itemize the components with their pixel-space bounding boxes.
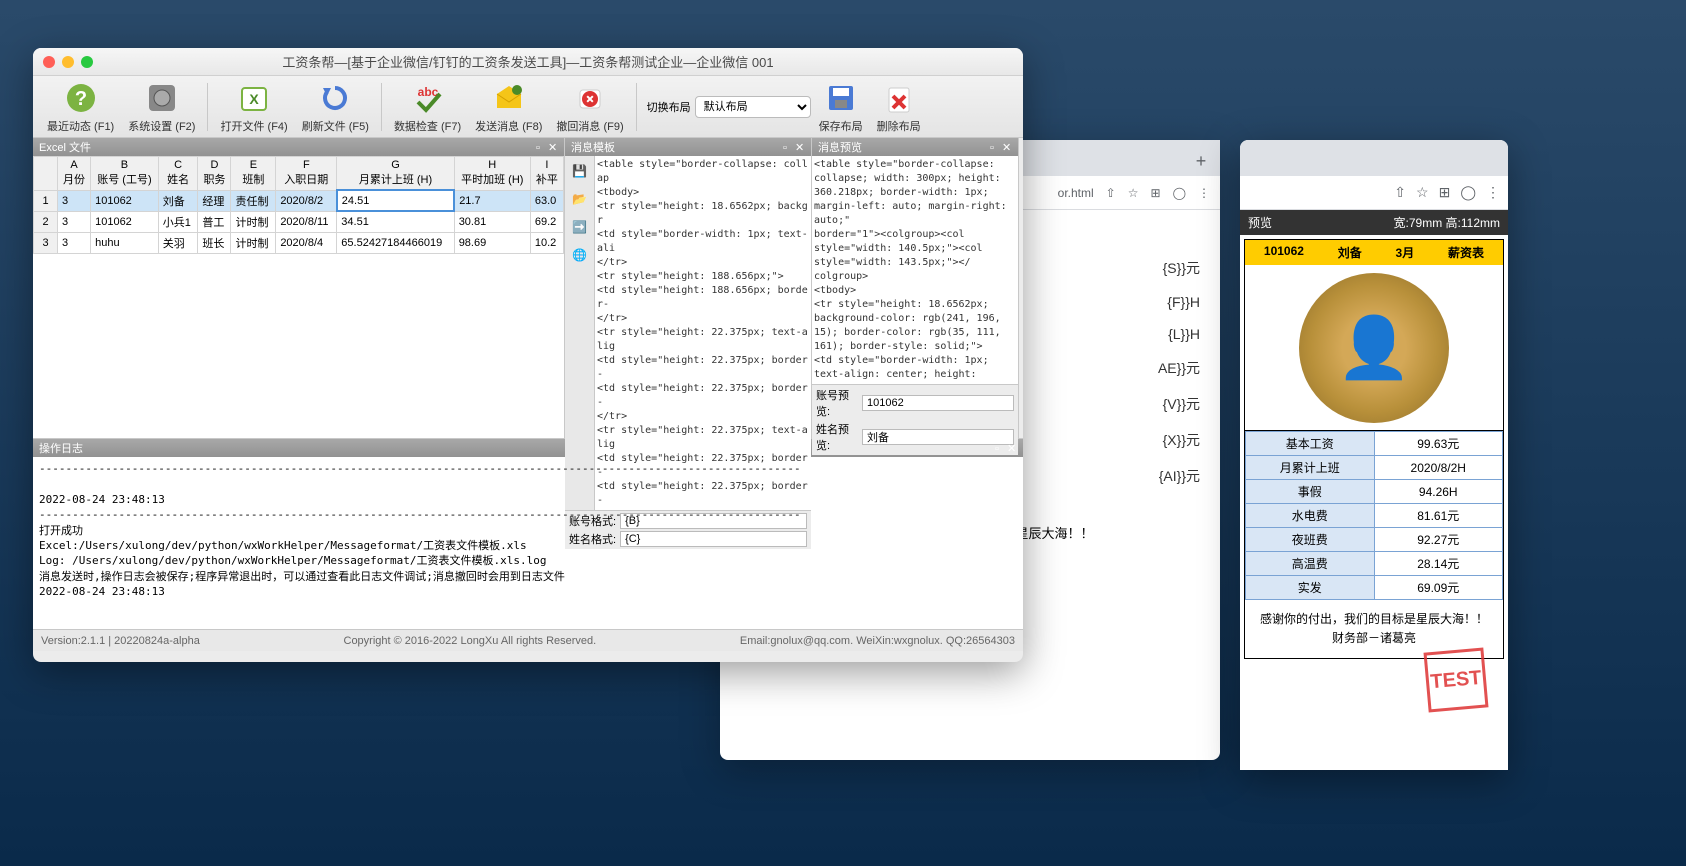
panel-min-icon[interactable]: ▫ bbox=[990, 142, 1000, 152]
copyright-text: Copyright © 2016-2022 LongXu All rights … bbox=[344, 635, 597, 647]
preview-browser: ⇧ ☆ ⊞ ◯ ⋮ 预览 宽:79mm 高:112mm 101062刘备3月薪资… bbox=[1240, 140, 1508, 770]
log-body[interactable]: ----------------------------------------… bbox=[33, 457, 1023, 629]
puzzle-icon[interactable]: ⊞ bbox=[1439, 184, 1451, 201]
settings-button[interactable]: 系统设置 (F2) bbox=[122, 78, 201, 136]
data-check-button[interactable]: abc 数据检查 (F7) bbox=[388, 78, 467, 136]
menu-icon[interactable]: ⋮ bbox=[1198, 186, 1210, 200]
avatar: 👤 bbox=[1245, 265, 1503, 431]
template-panel-header: 消息模板▫✕ bbox=[565, 138, 811, 156]
excel-panel-header: Excel 文件▫✕ bbox=[33, 138, 564, 156]
table-row: 高温费28.14元 bbox=[1246, 552, 1503, 576]
svg-text:?: ? bbox=[75, 88, 87, 110]
recall-message-button[interactable]: 撤回消息 (F9) bbox=[550, 78, 629, 136]
preview-content: <table style="border-collapse: collapse;… bbox=[812, 156, 1018, 384]
panel-min-icon[interactable]: ▫ bbox=[995, 443, 1005, 453]
template-content[interactable]: <table style="border-collapse: collap <t… bbox=[595, 156, 811, 510]
preview-label: 预览 bbox=[1248, 214, 1272, 231]
refresh-button[interactable]: 刷新文件 (F5) bbox=[296, 78, 375, 136]
star-icon[interactable]: ☆ bbox=[1128, 186, 1139, 200]
template-globe-icon[interactable]: 🌐 bbox=[569, 244, 591, 266]
version-text: Version:2.1.1 | 20220824a-alpha bbox=[41, 635, 200, 647]
account-preview-input bbox=[862, 395, 1014, 411]
puzzle-icon[interactable]: ⊞ bbox=[1151, 186, 1161, 200]
share-icon[interactable]: ⇧ bbox=[1106, 186, 1116, 200]
panel-min-icon[interactable]: ▫ bbox=[536, 142, 546, 152]
statusbar: Version:2.1.1 | 20220824a-alpha Copyrigh… bbox=[33, 629, 1023, 651]
table-row: 水电费81.61元 bbox=[1246, 504, 1503, 528]
table-row: 事假94.26H bbox=[1246, 480, 1503, 504]
star-icon[interactable]: ☆ bbox=[1416, 184, 1429, 201]
profile-icon[interactable]: ◯ bbox=[1173, 186, 1186, 200]
switch-layout-label: 切换布局 bbox=[647, 99, 691, 115]
template-save-icon[interactable]: 💾 bbox=[569, 160, 591, 182]
table-row: 基本工资99.63元 bbox=[1246, 432, 1503, 456]
contact-text: Email:gnolux@qq.com. WeiXin:wxgnolux. QQ… bbox=[740, 635, 1015, 647]
panel-close-icon[interactable]: ✕ bbox=[795, 141, 805, 151]
table-row: 夜班费92.27元 bbox=[1246, 528, 1503, 552]
share-icon[interactable]: ⇧ bbox=[1394, 184, 1406, 201]
window-title: 工资条帮—[基于企业微信/钉钉的工资条发送工具]—工资条帮测试企业—企业微信 0… bbox=[41, 52, 1015, 71]
recent-button[interactable]: ? 最近动态 (F1) bbox=[41, 78, 120, 136]
titlebar: 工资条帮—[基于企业微信/钉钉的工资条发送工具]—工资条帮测试企业—企业微信 0… bbox=[33, 48, 1023, 76]
main-window: 工资条帮—[基于企业微信/钉钉的工资条发送工具]—工资条帮测试企业—企业微信 0… bbox=[33, 48, 1023, 662]
excel-grid[interactable]: A月份B账号 (工号)C姓名D职务E班制F入职日期G月累计上班 (H)H平时加班… bbox=[33, 156, 564, 438]
preview-panel-header: 消息预览▫✕ bbox=[812, 138, 1018, 156]
panel-min-icon[interactable]: ▫ bbox=[783, 142, 793, 152]
table-row: 月累计上班2020/8/2H bbox=[1246, 456, 1503, 480]
table-row[interactable]: 33huhu关羽班长计时制2020/8/465.5242718446601998… bbox=[34, 232, 564, 253]
new-tab-button[interactable]: + bbox=[1190, 150, 1212, 172]
preview-dept: 财务部－诸葛亮 bbox=[1249, 629, 1499, 648]
address-tail: or.html bbox=[1058, 186, 1094, 200]
name-format-input[interactable] bbox=[620, 531, 807, 547]
table-row[interactable]: 13101062刘备经理责任制2020/8/224.5121.763.0 bbox=[34, 190, 564, 211]
delete-layout-button[interactable]: 删除布局 bbox=[871, 78, 927, 136]
panel-close-icon[interactable]: ✕ bbox=[1002, 141, 1012, 151]
save-layout-button[interactable]: 保存布局 bbox=[813, 78, 869, 136]
close-icon[interactable] bbox=[43, 56, 55, 68]
template-export-icon[interactable]: ➡️ bbox=[569, 216, 591, 238]
stamp: TEST bbox=[1423, 647, 1488, 712]
preview-thanks: 感谢你的付出，我们的目标是星辰大海！！ bbox=[1249, 610, 1499, 629]
send-message-button[interactable]: 发送消息 (F8) bbox=[469, 78, 548, 136]
svg-text:X: X bbox=[249, 91, 259, 107]
open-file-button[interactable]: X 打开文件 (F4) bbox=[214, 78, 293, 136]
name-preview-input bbox=[862, 429, 1014, 445]
template-open-icon[interactable]: 📂 bbox=[569, 188, 591, 210]
preview-dims: 宽:79mm 高:112mm bbox=[1394, 214, 1500, 231]
layout-select[interactable]: 默认布局 bbox=[695, 96, 811, 118]
minimize-icon[interactable] bbox=[62, 56, 74, 68]
toolbar: ? 最近动态 (F1) 系统设置 (F2) X 打开文件 (F4) 刷新文件 (… bbox=[33, 76, 1023, 138]
menu-icon[interactable]: ⋮ bbox=[1486, 184, 1500, 201]
maximize-icon[interactable] bbox=[81, 56, 93, 68]
table-row: 实发69.09元 bbox=[1246, 576, 1503, 600]
panel-close-icon[interactable]: ✕ bbox=[548, 141, 558, 151]
profile-icon[interactable]: ◯ bbox=[1460, 184, 1476, 201]
table-row[interactable]: 23101062小兵1普工计时制2020/8/1134.5130.8169.2 bbox=[34, 211, 564, 232]
panel-close-icon[interactable]: ✕ bbox=[1007, 442, 1017, 452]
